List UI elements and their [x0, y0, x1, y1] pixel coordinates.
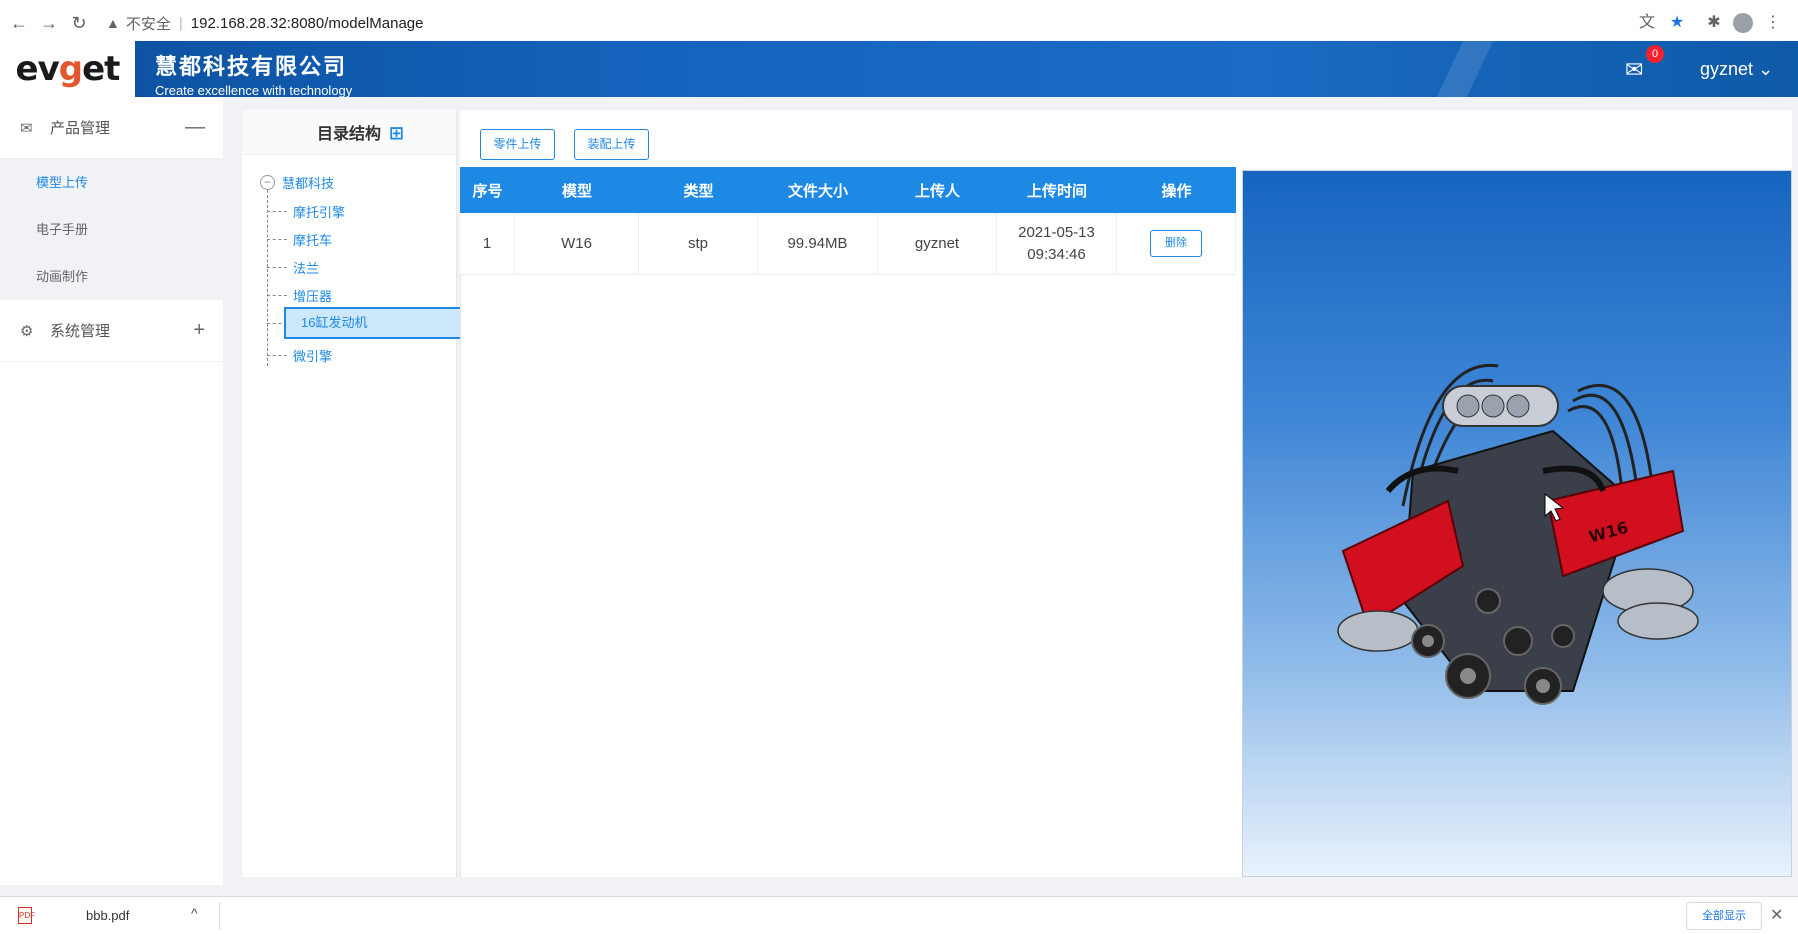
delete-button[interactable]: 删除 — [1150, 230, 1202, 257]
expand-icon[interactable]: + — [193, 319, 205, 342]
cell-upload-time: 2021-05-13 09:34:46 — [997, 213, 1117, 274]
browser-toolbar: ← → ↻ ▲ 不安全 | 192.168.28.32:8080/modelMa… — [0, 0, 1798, 46]
tree-root[interactable]: − 慧都科技 — [260, 173, 334, 192]
toolbar: 零件上传 装配上传 — [460, 110, 1792, 166]
tree-node-selected[interactable]: 16缸发动机 — [267, 307, 466, 339]
engine-model-image: W16 — [1337, 363, 1699, 705]
translate-icon[interactable]: 文 — [1636, 12, 1658, 34]
logo-g: g — [58, 49, 83, 89]
cell-action: 删除 — [1117, 213, 1236, 274]
download-file-name[interactable]: bbb.pdf — [86, 908, 129, 923]
column-header: 类型 — [683, 182, 714, 200]
warning-icon: ▲ — [106, 15, 120, 31]
part-upload-button[interactable]: 零件上传 — [480, 129, 555, 160]
security-label: 不安全 — [125, 15, 171, 33]
address-bar[interactable]: ▲ 不安全 | 192.168.28.32:8080/modelManage — [106, 9, 423, 37]
sidebar-group-label: 系统管理 — [50, 323, 111, 340]
mail-icon[interactable]: ✉ — [1625, 59, 1649, 81]
company-slogan: Create excellence with technology — [155, 83, 353, 98]
submenu-product: 模型上传 电子手册 动画制作 — [0, 159, 223, 300]
chevron-up-icon[interactable]: ^ — [191, 905, 198, 921]
table-header: 序号 模型 类型 文件大小 上传人 上传时间 操作 — [460, 167, 1236, 213]
assembly-upload-button[interactable]: 装配上传 — [574, 129, 649, 160]
show-all-button[interactable]: 全部显示 — [1686, 902, 1762, 930]
sidebar-group-label: 产品管理 — [50, 120, 111, 137]
sidebar-item-model-upload[interactable]: 模型上传 — [0, 159, 223, 206]
pdf-file-icon: PDF — [18, 907, 35, 924]
cell-model: W16 — [515, 213, 639, 274]
sidebar-group-system[interactable]: ⚙ 系统管理 + — [0, 300, 223, 362]
user-menu[interactable]: gyznet ⌄ — [1700, 59, 1773, 80]
column-header: 模型 — [561, 182, 592, 200]
collapse-node-icon[interactable]: − — [260, 175, 275, 190]
add-folder-icon[interactable]: ⊞ — [389, 123, 404, 144]
tree-node[interactable]: 微引擎 — [267, 342, 332, 368]
gear-icon: ⚙ — [20, 322, 34, 340]
cell-type: stp — [639, 213, 758, 274]
sidebar-group-product[interactable]: ✉ 产品管理 — — [0, 97, 223, 159]
table-row: 1 W16 stp 99.94MB gyznet 2021-05-13 09:3… — [460, 213, 1236, 275]
close-icon[interactable]: ✕ — [1770, 905, 1783, 925]
sidebar-item-animation[interactable]: 动画制作 — [0, 253, 223, 300]
header-decoration — [1436, 41, 1494, 97]
profile-avatar[interactable] — [1733, 13, 1753, 33]
product-icon: ✉ — [20, 119, 33, 137]
forward-icon[interactable]: → — [38, 12, 60, 34]
chevron-down-icon: ⌄ — [1758, 59, 1774, 79]
tree-node[interactable]: 摩托车 — [267, 226, 332, 252]
cell-index: 1 — [460, 213, 515, 274]
reload-icon[interactable]: ↻ — [68, 12, 90, 34]
logo-suffix: et — [82, 49, 120, 89]
tree-header: 目录结构 ⊞ — [242, 110, 456, 155]
column-header: 序号 — [472, 182, 503, 200]
column-header: 文件大小 — [787, 182, 848, 200]
extensions-icon[interactable]: ✱ — [1703, 12, 1725, 34]
mail-badge: 0 — [1646, 45, 1664, 63]
tree-node[interactable]: 法兰 — [267, 254, 319, 280]
cell-uploader: gyznet — [878, 213, 997, 274]
tree-node[interactable]: 增压器 — [267, 282, 332, 308]
column-header: 上传人 — [914, 182, 960, 200]
tree-title: 目录结构 — [316, 126, 381, 143]
logo[interactable]: evget — [0, 41, 135, 97]
username: gyznet — [1700, 59, 1754, 79]
app-header: evget 慧都科技有限公司 Create excellence with te… — [0, 41, 1798, 98]
cell-size: 99.94MB — [758, 213, 878, 274]
logo-prefix: ev — [15, 49, 60, 89]
company-name: 慧都科技有限公司 — [155, 54, 348, 79]
model-table: 序号 模型 类型 文件大小 上传人 上传时间 操作 1 W16 stp 99.9… — [460, 167, 1236, 275]
sidebar-item-manual[interactable]: 电子手册 — [0, 206, 223, 253]
bookmark-star-icon[interactable]: ★ — [1666, 12, 1688, 34]
column-header: 上传时间 — [1026, 182, 1087, 200]
address-separator: | — [178, 14, 183, 32]
sidebar: ✉ 产品管理 — 模型上传 电子手册 动画制作 ⚙ 系统管理 + — [0, 97, 223, 885]
more-menu-icon[interactable]: ⋮ — [1762, 12, 1784, 34]
brand: 慧都科技有限公司 Create excellence with technolo… — [155, 49, 352, 98]
model-viewer[interactable]: W16 — [1242, 170, 1792, 877]
download-bar: PDF bbb.pdf ^ 全部显示 ✕ — [0, 896, 1798, 934]
tree-node[interactable]: 摩托引擎 — [267, 198, 345, 224]
column-header: 操作 — [1161, 182, 1192, 200]
collapse-icon[interactable]: — — [185, 116, 205, 139]
tree-root-label: 慧都科技 — [282, 176, 335, 191]
divider — [219, 902, 220, 930]
directory-tree-panel: 目录结构 ⊞ − 慧都科技 摩托引擎 摩托车 法兰 增压器 16缸发动机 微引擎 — [242, 110, 466, 877]
back-icon[interactable]: ← — [8, 12, 30, 34]
url-text: 192.168.28.32:8080/modelManage — [190, 14, 424, 32]
